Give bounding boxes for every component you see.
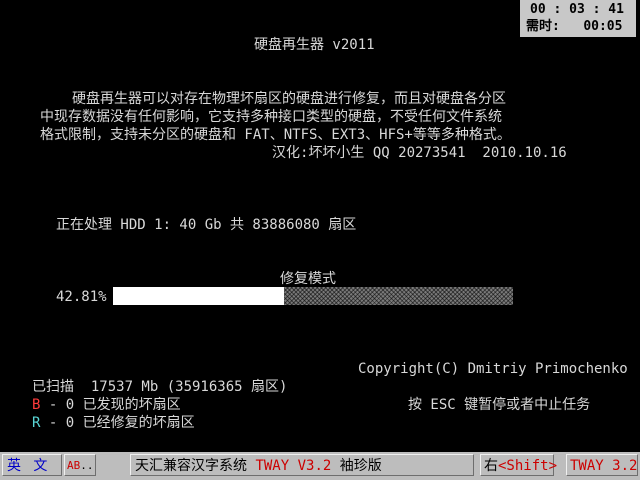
bad-sectors-repaired: R - 0 已经修复的坏扇区 bbox=[32, 414, 195, 432]
timer-box: 00 : 03 : 41 需时: 00:05 bbox=[520, 0, 636, 37]
mode-label: 修复模式 bbox=[280, 271, 336, 287]
shift-key-indicator[interactable]: 右<Shift> bbox=[480, 454, 558, 476]
remaining-label: 需时: bbox=[526, 19, 560, 34]
shift-key: <Shift> bbox=[498, 458, 558, 474]
ab-suffix: .. bbox=[80, 459, 94, 472]
remaining-time: 需时: 00:05 bbox=[526, 18, 636, 35]
app-title: 硬盘再生器 v2011 bbox=[254, 37, 375, 53]
progress-bar-fill bbox=[113, 287, 285, 305]
remaining-value: 00:05 bbox=[583, 19, 623, 34]
ab-mode-indicator[interactable]: AB.. bbox=[64, 454, 96, 476]
description-line-2: 中现存数据没有任何影响，它支持多种接口类型的硬盘，不受任何文件系统 bbox=[40, 109, 502, 125]
found-text: - 0 已发现的坏扇区 bbox=[40, 397, 181, 413]
processing-status: 正在处理 HDD 1: 40 Gb 共 83886080 扇区 bbox=[56, 217, 357, 233]
ab-prefix: AB bbox=[67, 459, 81, 472]
description-line-3: 格式限制，支持未分区的硬盘和 FAT、NTFS、EXT3、HFS+等等多种格式。 bbox=[40, 127, 511, 143]
translation-credit: 汉化:坏坏小生 QQ 20273541 2010.10.16 bbox=[272, 145, 567, 161]
system-title-prefix: 天汇兼容汉字系统 bbox=[135, 458, 256, 474]
esc-hint: 按 ESC 键暂停或者中止任务 bbox=[408, 397, 591, 413]
shift-prefix: 右 bbox=[484, 458, 498, 474]
description-line-1: 硬盘再生器可以对存在物理坏扇区的硬盘进行修复，而且对硬盘各分区 bbox=[72, 91, 506, 107]
repaired-text: - 0 已经修复的坏扇区 bbox=[40, 415, 195, 431]
elapsed-clock: 00 : 03 : 41 bbox=[530, 2, 624, 17]
bad-sectors-found: B - 0 已发现的坏扇区 bbox=[32, 396, 181, 414]
input-mode-indicator[interactable]: 英 文 bbox=[2, 454, 62, 476]
version-badge: TWAY 3.2 bbox=[566, 454, 638, 476]
ime-status-bar: 英 文 AB.. 天汇兼容汉字系统 TWAY V3.2 袖珍版 右<Shift>… bbox=[0, 452, 640, 480]
system-title-brand: TWAY V3.2 bbox=[255, 458, 332, 474]
progress-percent: 42.81% bbox=[56, 289, 107, 305]
system-title: 天汇兼容汉字系统 TWAY V3.2 袖珍版 bbox=[130, 454, 474, 476]
scanned-summary: 已扫描 17537 Mb (35916365 扇区) bbox=[32, 379, 288, 395]
copyright: Copyright(C) Dmitriy Primochenko bbox=[358, 361, 628, 377]
progress-bar bbox=[113, 287, 513, 305]
dos-screen: 00 : 03 : 41 需时: 00:05 硬盘再生器 v2011 硬盘再生器… bbox=[0, 0, 640, 452]
system-title-suffix: 袖珍版 bbox=[331, 458, 382, 474]
